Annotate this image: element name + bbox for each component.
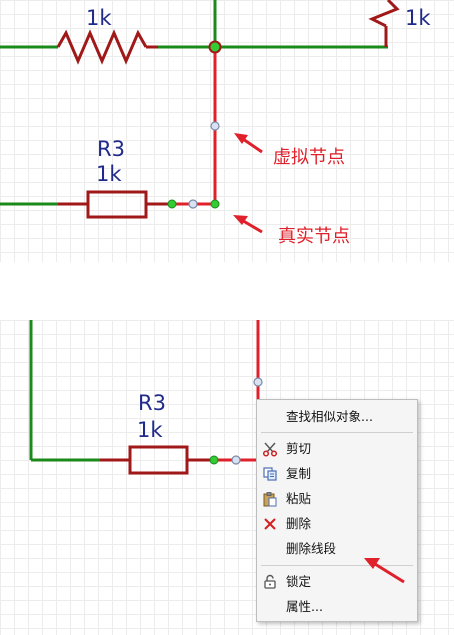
paste-icon: [262, 491, 278, 507]
resistor-right-value-label: 1k: [405, 6, 431, 30]
real-node-corner[interactable]: [210, 199, 220, 209]
menu-item-label: 属性...: [286, 599, 323, 614]
virtual-node-bottom-vertical[interactable]: [253, 377, 263, 387]
callout-virtual-node: 虚拟节点: [273, 147, 345, 168]
scissors-icon: [262, 441, 278, 457]
menu-item-label: 删除: [286, 516, 312, 531]
r3-body-top[interactable]: [86, 190, 148, 219]
menu-item-label: 查找相似对象...: [286, 409, 373, 424]
menu-separator: [261, 432, 413, 433]
callout-real-node: 真实节点: [278, 226, 350, 247]
menu-item-label: 删除线段: [286, 541, 337, 556]
menu-item-label: 锁定: [286, 574, 312, 589]
resistor-top-value-label: 1k: [86, 6, 112, 30]
r3b-value-label: 1k: [137, 418, 163, 442]
menu-item-label: 粘贴: [286, 491, 312, 506]
virtual-node-2[interactable]: [188, 199, 198, 209]
arrow-real-node: [233, 215, 263, 234]
menu-item-label: 剪切: [286, 441, 312, 456]
menu-item-cut[interactable]: 剪切: [257, 437, 417, 461]
lock-icon: [262, 574, 278, 590]
menu-item-delete[interactable]: 删除: [257, 512, 417, 536]
menu-item-delete-segment[interactable]: 删除线段: [257, 537, 417, 561]
menu-item-paste[interactable]: 粘贴: [257, 487, 417, 511]
arrow-virtual-node: [234, 133, 263, 154]
resistor-top-zigzag[interactable]: [56, 29, 148, 65]
r3b-designator-label: R3: [138, 391, 166, 415]
schematic-drawing-top: 1k 1k R3 1k 虚拟节点 真实节点: [0, 0, 431, 247]
r3-body-bottom[interactable]: [128, 445, 189, 475]
real-node-bottom-pin[interactable]: [209, 455, 219, 465]
junction-node-top[interactable]: [208, 40, 222, 54]
virtual-node-bottom-horizontal[interactable]: [231, 455, 241, 465]
menu-item-label: 复制: [286, 466, 312, 481]
virtual-node-1[interactable]: [210, 121, 220, 131]
menu-item-lock[interactable]: 锁定: [257, 570, 417, 594]
menu-item-copy[interactable]: 复制: [257, 462, 417, 486]
real-node-pin[interactable]: [167, 199, 177, 209]
r3-value-label: 1k: [96, 162, 122, 186]
r3-designator-label: R3: [97, 137, 125, 161]
schematic-canvas-top[interactable]: 1k 1k R3 1k 虚拟节点 真实节点: [0, 0, 454, 262]
menu-item-find-similar[interactable]: 查找相似对象...: [257, 405, 417, 429]
resistor-right-zigzag[interactable]: [368, 0, 400, 28]
context-menu: 查找相似对象... 剪切 复制 粘贴 删除 删除线段 锁定 属性...: [256, 399, 418, 622]
delete-x-icon: [262, 516, 278, 532]
menu-item-properties[interactable]: 属性...: [257, 595, 417, 619]
menu-separator: [261, 565, 413, 566]
copy-icon: [262, 466, 278, 482]
